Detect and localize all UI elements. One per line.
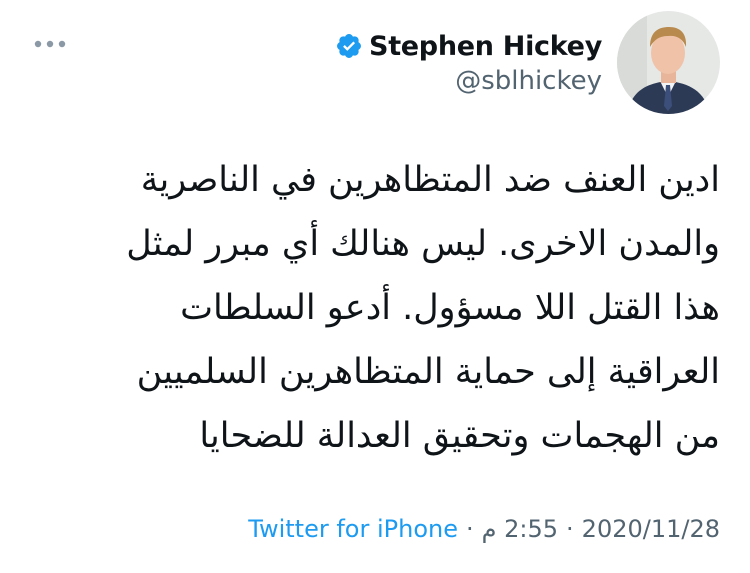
user-handle[interactable]: @sblhickey <box>335 66 602 96</box>
verified-badge-icon <box>335 32 363 60</box>
source-link[interactable]: Twitter for iPhone <box>248 515 458 543</box>
tweet-line: والمدن الاخرى. ليس هنالك أي مبرر لمثل <box>126 224 720 264</box>
tweet-text: ادين العنف ضد المتظاهرين في الناصرية وال… <box>60 148 720 468</box>
separator: · <box>465 515 474 543</box>
more-horizontal-icon <box>32 36 68 54</box>
display-name[interactable]: Stephen Hickey <box>369 31 602 62</box>
tweet-time[interactable]: 2:55 م <box>482 515 558 543</box>
tweet-line: من الهجمات وتحقيق العدالة للضحايا <box>199 416 720 456</box>
tweet-metadata: Twitter for iPhone · 2:55 م · 2020/11/28 <box>248 515 720 543</box>
tweet-line: ادين العنف ضد المتظاهرين في الناصرية <box>140 160 720 200</box>
separator: · <box>566 515 574 543</box>
tweet-author[interactable]: Stephen Hickey @sblhickey <box>335 26 602 96</box>
tweet-date[interactable]: 2020/11/28 <box>582 515 720 543</box>
tweet-line: هذا القتل اللا مسؤول. أدعو السلطات <box>180 288 720 328</box>
name-row: Stephen Hickey <box>335 26 602 66</box>
avatar[interactable] <box>617 11 720 114</box>
tweet-line: العراقية إلى حماية المتظاهرين السلميين <box>136 352 720 392</box>
more-options-button[interactable] <box>30 30 70 60</box>
